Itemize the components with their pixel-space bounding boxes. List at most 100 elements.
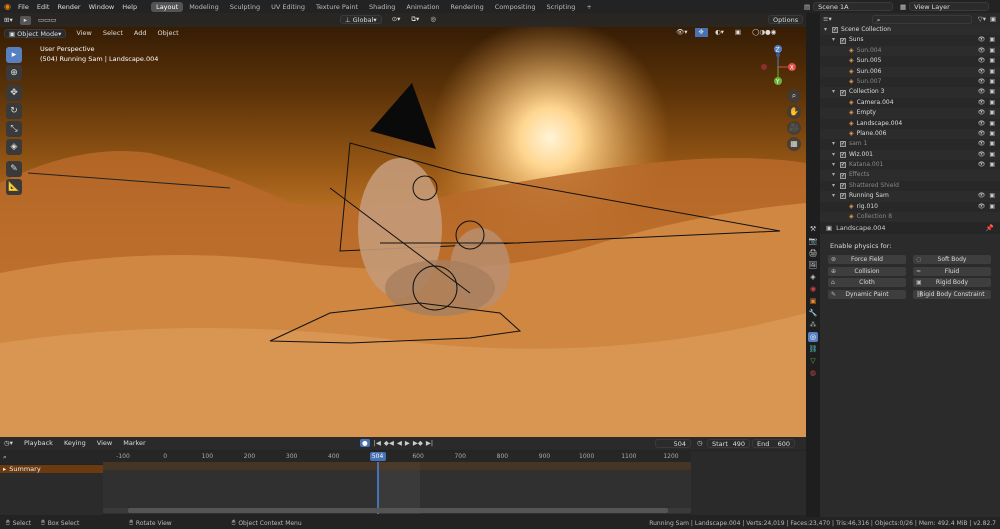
play-icon[interactable]: ▶ [405,439,410,447]
menu-object[interactable]: Object [153,29,182,38]
menu-view[interactable]: View [72,29,95,38]
xray-icon[interactable]: ▣ [731,28,745,37]
tool-tab-icon[interactable]: ⚒ [808,224,818,234]
menu-playback[interactable]: Playback [20,439,57,448]
camera-view-button[interactable]: 🎥 [787,121,801,135]
visibility-toggle-icons[interactable]: 👁 ▣ [978,119,996,129]
3d-viewport[interactable]: ⊞▾ ▸ ▭▭▭ ▣ Object Mode ▾ View Select Add … [0,13,806,437]
scene-selector[interactable]: ▤ Scene 1A [804,2,894,11]
move-tool[interactable]: ✥ [6,85,22,101]
mode-dropdown[interactable]: ▣ Object Mode ▾ [4,29,67,38]
tab-sculpting[interactable]: Sculpting [225,2,265,12]
measure-tool[interactable]: 📐 [6,179,22,195]
visibility-toggle-icons[interactable]: 👁 ▣ [978,46,996,56]
force-field-button[interactable]: ⊛ Force Field [828,255,906,264]
view-layer-selector[interactable]: ▦ View Layer [900,2,990,11]
particles-tab-icon[interactable]: ⁂ [808,320,818,330]
record-icon[interactable]: ● [360,439,370,447]
options-dropdown[interactable]: Options [768,15,804,24]
menu-marker[interactable]: Marker [119,439,149,448]
visibility-toggle-icons[interactable]: 👁 ▣ [978,191,996,201]
visibility-toggle-icons[interactable]: 👁 ▣ [978,108,996,118]
expand-arrow-icon[interactable]: ▾ [832,181,838,191]
expand-arrow-icon[interactable]: ▾ [832,139,838,149]
playhead-line[interactable] [377,462,379,514]
add-workspace-button[interactable]: + [581,2,596,12]
outliner-item[interactable]: ✓◈Landscape.004👁 ▣ [820,119,1000,129]
menu-select[interactable]: Select [99,29,127,38]
expand-arrow-icon[interactable]: ▾ [832,170,838,180]
outliner-item[interactable]: ✓◈Plane.006👁 ▣ [820,128,1000,140]
pan-button[interactable]: ✋ [787,105,801,119]
menu-window[interactable]: Window [89,3,115,11]
outliner-item[interactable]: ▾ ✓ Shattered Shield [820,181,1000,191]
dynamic-paint-button[interactable]: ✎ Dynamic Paint [828,289,906,299]
navigation-gizmo[interactable]: Z X Y [756,41,802,91]
editor-type-icon[interactable]: ⊞▾ [0,16,17,25]
outliner-item[interactable]: ✓◈Collection 8 [820,212,1000,223]
timeline-track[interactable] [103,462,691,514]
visibility-toggle-icons[interactable]: 👁 ▣ [978,202,996,212]
menu-timeline-view[interactable]: View [93,439,116,448]
expand-arrow-icon[interactable]: ▾ [832,87,838,97]
expand-arrow-icon[interactable]: ▾ [832,160,838,170]
exclude-checkbox[interactable]: ✓ [832,27,838,34]
start-frame-field[interactable]: Start 490 [707,439,750,448]
next-key-icon[interactable]: ▶◆ [413,439,423,447]
tab-layout[interactable]: Layout [151,1,184,12]
output-tab-icon[interactable]: 🖨 [808,248,818,258]
orientation-dropdown[interactable]: ⊥ Global ▾ [340,15,382,24]
rigid-body-button[interactable]: ▣ Rigid Body [913,278,991,287]
render-tab-icon[interactable]: 📷 [808,236,818,246]
tab-compositing[interactable]: Compositing [490,2,541,12]
outliner-item[interactable]: ▾ ✓ sam 1 👁 ▣ [820,139,1000,149]
exclude-checkbox[interactable]: ✓ [840,183,846,190]
outliner-item[interactable]: ▾ ✓ Scene Collection [820,25,1000,36]
outliner-item[interactable]: ▾ ✓ Effects [820,170,1000,181]
data-tab-icon[interactable]: ▽ [808,356,818,366]
tab-shading[interactable]: Shading [364,2,400,12]
overlay-toggle-icon[interactable]: ◐▾ [711,28,728,37]
modifier-tab-icon[interactable]: 🔧 [808,308,818,318]
menu-add[interactable]: Add [130,29,151,38]
filter-icon[interactable]: ▽▾ [978,15,986,23]
visibility-toggle-icons[interactable]: 👁 ▣ [978,139,996,149]
constraints-tab-icon[interactable]: ⛓ [808,344,818,354]
visibility-toggle-icons[interactable]: 👁 ▣ [978,77,996,87]
tab-texture-paint[interactable]: Texture Paint [311,2,363,12]
current-frame-field[interactable]: 504 [655,439,691,448]
exclude-checkbox[interactable]: ✓ [840,162,846,169]
summary-row[interactable]: ▸ Summary [0,465,103,473]
exclude-checkbox[interactable]: ✓ [840,193,846,200]
scrollbar-thumb[interactable] [128,508,668,513]
jump-start-icon[interactable]: |◀ [374,439,381,447]
outliner-search[interactable]: ⌕ [871,14,972,24]
fluid-button[interactable]: ≈ Fluid [913,266,991,276]
exclude-checkbox[interactable]: ✓ [840,141,846,148]
end-frame-field[interactable]: End 600 [752,439,795,448]
visibility-toggle-icons[interactable]: 👁 ▣ [978,160,996,170]
scene-tab-icon[interactable]: ◈ [808,272,818,282]
outliner-type-icon[interactable]: ≡▾ [823,15,832,23]
rigid-body-constraint-button[interactable]: ⛓ Rigid Body Constraint [913,289,991,299]
menu-help[interactable]: Help [122,3,137,11]
timeline-search[interactable]: ⌕ [0,451,103,464]
outliner-item[interactable]: ▾ ✓ Wiz.001 👁 ▣ [820,149,1000,161]
visibility-toggle-icons[interactable]: 👁 ▣ [978,87,996,97]
select-box-icons[interactable]: ▭▭▭ [34,16,60,25]
view-layer-tab-icon[interactable]: 🖼 [808,260,818,270]
annotate-tool[interactable]: ✎ [6,161,22,177]
tab-rendering[interactable]: Rendering [446,2,489,12]
menu-edit[interactable]: Edit [37,3,50,11]
material-tab-icon[interactable]: ◍ [808,368,818,378]
new-collection-icon[interactable]: ▣ [990,15,996,23]
menu-render[interactable]: Render [57,3,80,11]
transform-tool[interactable]: ◈ [6,139,22,155]
outliner-item[interactable]: ✓◈Camera.004👁 ▣ [820,98,1000,108]
exclude-checkbox[interactable]: ✓ [840,151,846,158]
shading-modes-icon[interactable]: ◯◑●◉ [748,28,780,37]
tab-modeling[interactable]: Modeling [184,2,224,12]
pin-icon[interactable]: 📌 [986,224,994,232]
expand-arrow-icon[interactable]: ▾ [832,191,838,201]
tab-animation[interactable]: Animation [401,2,444,12]
